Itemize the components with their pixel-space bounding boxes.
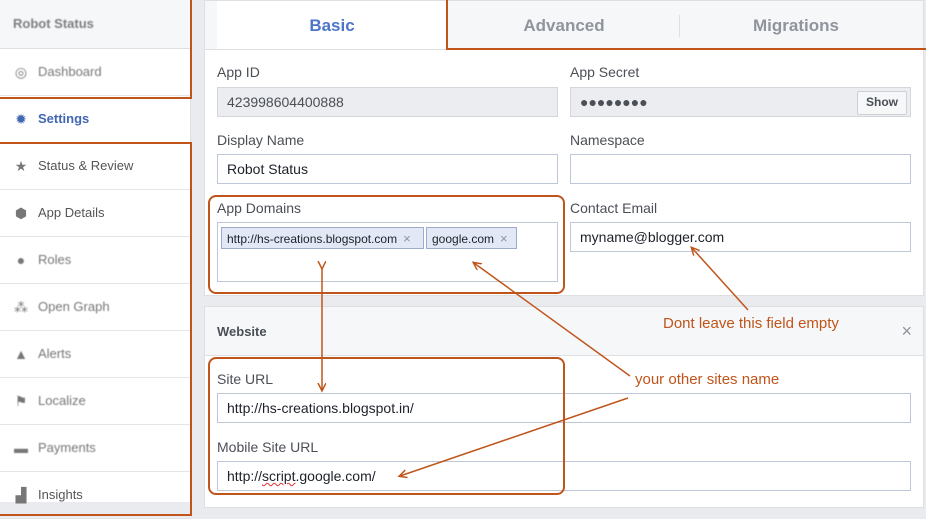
annotation-arrows	[0, 0, 749, 502]
annotation-email-note: Dont leave this field empty	[663, 315, 839, 332]
annotation-arrow-domains	[474, 263, 631, 377]
annotation-sites-note: your other sites name	[635, 371, 780, 388]
annotation-arrow-email	[692, 248, 749, 311]
annotation-arrow-mobile-url	[400, 397, 629, 476]
